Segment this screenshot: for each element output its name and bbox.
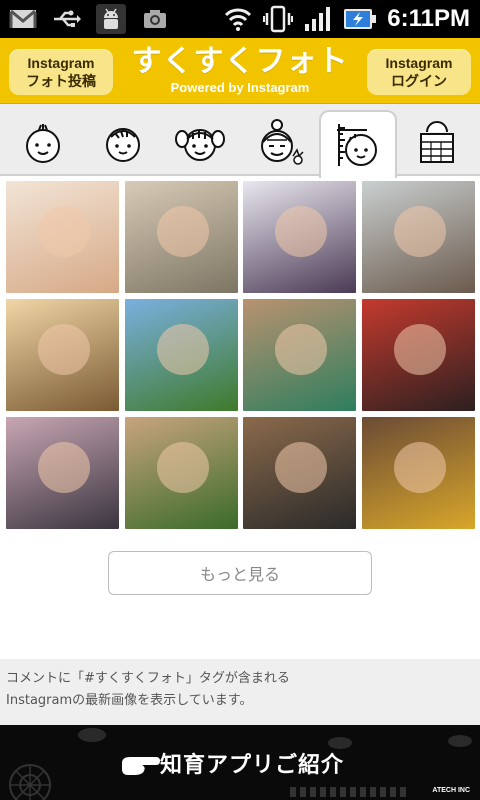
tab-baby[interactable] — [4, 110, 82, 176]
app-subtitle: Powered by Instagram — [170, 80, 310, 95]
photo-subject — [393, 441, 446, 494]
photo-baby-eating[interactable] — [125, 181, 238, 293]
gmail-icon — [8, 4, 38, 34]
photo-baby-on-cushion[interactable] — [6, 299, 119, 411]
post-button-line2: フォト投稿 — [26, 73, 96, 89]
usb-icon — [52, 4, 82, 34]
photo-boy-birthday-candles[interactable] — [362, 299, 475, 411]
photo-subject — [274, 441, 327, 494]
android-debug-icon — [96, 4, 126, 34]
app-title-main: すくすくフォト — [131, 44, 349, 79]
photo-boy-balloon[interactable] — [243, 299, 356, 411]
photo-subject — [156, 323, 209, 376]
photo-subject — [393, 323, 446, 376]
photo-park-trees[interactable] — [125, 299, 238, 411]
tab-toddler[interactable] — [84, 110, 162, 176]
photo-subject — [37, 323, 90, 376]
info-line-2: Instagramの最新画像を表示しています。 — [6, 693, 253, 708]
vibrate-icon — [263, 4, 294, 34]
instagram-login-button[interactable]: Instagram ログイン — [367, 49, 471, 95]
photo-boy-basket-cake[interactable] — [243, 417, 356, 529]
app-title: すくすくフォト Powered by Instagram — [120, 44, 360, 96]
pigtails-face-icon — [175, 129, 225, 161]
pointing-hand-icon — [122, 757, 160, 775]
login-button-line1: Instagram — [385, 55, 453, 71]
tab-child-girl[interactable] — [161, 110, 239, 176]
app-intro-banner[interactable]: 知育アプリご紹介 ATECH INC — [0, 725, 480, 800]
clock: 6:11PM — [387, 5, 470, 32]
app-header: Instagram フォト投稿 すくすくフォト Powered by Insta… — [0, 38, 480, 104]
photo-subject — [393, 205, 446, 258]
status-bar: 6:11PM — [0, 0, 480, 38]
info-panel: コメントに「#すくすくフォト」タグが含まれる Instagramの最新画像を表示… — [0, 659, 480, 725]
more-button-label: もっと見る — [199, 565, 280, 584]
photo-subject — [37, 205, 90, 258]
photo-boy-yellow-shirt[interactable] — [362, 417, 475, 529]
info-line-1: コメントに「#すくすくフォト」タグが含まれる — [6, 671, 290, 686]
photo-subject — [37, 441, 90, 494]
photo-baby-crying[interactable] — [362, 181, 475, 293]
photo-subject — [156, 205, 209, 258]
camera-icon — [140, 4, 170, 34]
banner-text: 知育アプリご紹介 — [160, 753, 345, 778]
photo-baby-on-blanket[interactable] — [243, 181, 356, 293]
post-button-line1: Instagram — [27, 55, 95, 71]
grandma-face-icon — [261, 119, 304, 165]
login-button-line2: ログイン — [391, 73, 447, 89]
instagram-post-button[interactable]: Instagram フォト投稿 — [9, 49, 113, 95]
photo-baby-reaching[interactable] — [6, 181, 119, 293]
photo-boy-teddy-bear[interactable] — [125, 417, 238, 529]
wifi-icon — [223, 4, 253, 34]
calendar-icon — [420, 121, 454, 163]
height-measure-icon — [337, 124, 377, 166]
age-tab-bar — [0, 104, 480, 178]
more-button[interactable]: もっと見る — [108, 551, 372, 595]
tab-calendar[interactable] — [398, 110, 476, 176]
photo-boy-balloon-overhead[interactable] — [6, 417, 119, 529]
banner-brand: ATECH INC — [432, 787, 470, 794]
battery-charging-icon — [343, 4, 377, 34]
signal-icon — [303, 4, 333, 34]
toddler-face-icon — [106, 128, 140, 162]
status-right-icons: 6:11PM — [223, 4, 470, 34]
baby-face-icon — [26, 124, 60, 163]
photo-subject — [274, 205, 327, 258]
status-left-icons — [8, 4, 170, 34]
photo-subject — [274, 323, 327, 376]
tab-height[interactable] — [319, 110, 397, 178]
photo-subject — [156, 441, 209, 494]
tab-grandma[interactable] — [241, 110, 319, 176]
